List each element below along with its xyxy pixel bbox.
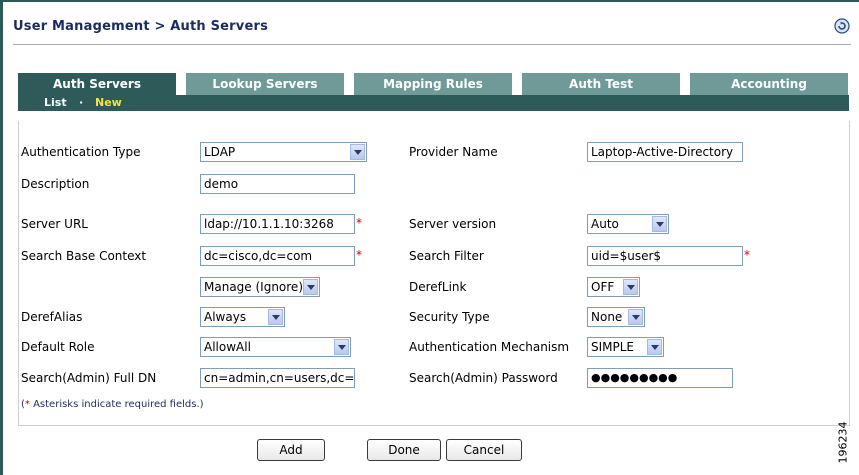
server-url-input[interactable]: ldap://10.1.1.10:3268 <box>200 214 355 234</box>
subnav-new-link[interactable]: New <box>95 96 122 109</box>
provider-name-input[interactable]: Laptop-Active-Directory <box>587 142 743 162</box>
tab-lookup-servers[interactable]: Lookup Servers <box>186 73 344 95</box>
required-asterisk: * <box>356 248 362 262</box>
deref-link-select[interactable]: OFF <box>587 277 640 297</box>
chevron-down-icon <box>628 309 643 325</box>
required-asterisk: * <box>744 248 750 262</box>
subnav-list-link[interactable]: List <box>44 96 67 109</box>
chevron-down-icon <box>303 279 318 295</box>
tab-accounting[interactable]: Accounting <box>690 73 848 95</box>
default-role-value: AllowAll <box>204 340 251 354</box>
server-version-value: Auto <box>591 217 619 231</box>
provider-name-label: Provider Name <box>409 145 498 159</box>
chevron-down-icon <box>652 216 667 232</box>
security-type-value: None <box>591 310 623 324</box>
tab-mapping-rules[interactable]: Mapping Rules <box>354 73 512 95</box>
referral-select[interactable]: Manage (Ignore) <box>200 277 320 297</box>
admin-dn-label: Search(Admin) Full DN <box>21 371 157 385</box>
auth-mechanism-select[interactable]: SIMPLE <box>587 337 664 357</box>
cancel-button[interactable]: Cancel <box>446 439 522 461</box>
subnav-separator: · <box>79 96 84 109</box>
chevron-down-icon <box>334 339 349 355</box>
deref-link-label: DerefLink <box>409 280 467 294</box>
auth-mechanism-value: SIMPLE <box>591 340 635 354</box>
default-role-label: Default Role <box>21 340 95 354</box>
chevron-down-icon <box>350 144 365 160</box>
window-left-border <box>0 0 3 475</box>
default-role-select[interactable]: AllowAll <box>200 337 351 357</box>
search-filter-input[interactable]: uid=$user$ <box>587 246 743 266</box>
done-button[interactable]: Done <box>367 439 441 461</box>
required-fields-note: (* Asterisks indicate required fields.) <box>21 399 204 410</box>
deref-alias-label: DerefAlias <box>21 310 83 324</box>
search-filter-label: Search Filter <box>409 249 484 263</box>
title-divider <box>13 44 851 45</box>
deref-link-value: OFF <box>591 280 615 294</box>
description-input[interactable]: demo <box>200 174 355 194</box>
refresh-help-icon[interactable] <box>834 18 850 34</box>
tab-auth-test[interactable]: Auth Test <box>522 73 680 95</box>
deref-alias-value: Always <box>204 310 247 324</box>
security-type-select[interactable]: None <box>587 307 645 327</box>
add-button[interactable]: Add <box>257 439 325 461</box>
referral-value: Manage (Ignore) <box>204 280 303 294</box>
required-asterisk: * <box>356 216 362 230</box>
auth-type-value: LDAP <box>204 145 236 159</box>
search-base-label: Search Base Context <box>21 249 147 263</box>
deref-alias-select[interactable]: Always <box>200 307 285 327</box>
admin-dn-input[interactable]: cn=admin,cn=users,dc=ci <box>200 368 355 388</box>
figure-number: 196234 <box>836 418 856 468</box>
chevron-down-icon <box>647 339 662 355</box>
admin-password-input[interactable]: ●●●●●●●●● <box>587 368 733 388</box>
figure-number-text: 196234 <box>836 421 850 464</box>
admin-password-label: Search(Admin) Password <box>409 371 558 385</box>
server-version-label: Server version <box>409 217 497 231</box>
chevron-down-icon <box>268 309 283 325</box>
chevron-down-icon <box>623 279 638 295</box>
server-version-select[interactable]: Auto <box>587 214 669 234</box>
search-base-input[interactable]: dc=cisco,dc=com <box>200 246 355 266</box>
page-title: User Management > Auth Servers <box>13 19 269 34</box>
auth-mechanism-label: Authentication Mechanism <box>409 340 570 354</box>
security-type-label: Security Type <box>409 310 490 324</box>
description-label: Description <box>21 177 90 191</box>
tab-auth-servers[interactable]: Auth Servers <box>18 73 176 95</box>
auth-type-select[interactable]: LDAP <box>200 142 367 162</box>
auth-type-label: Authentication Type <box>21 145 141 159</box>
note-text: Asterisks indicate required fields.) <box>29 399 204 410</box>
window-top-border <box>0 0 859 2</box>
server-url-label: Server URL <box>21 217 88 231</box>
sub-navigation-bar: List · New <box>18 95 849 111</box>
